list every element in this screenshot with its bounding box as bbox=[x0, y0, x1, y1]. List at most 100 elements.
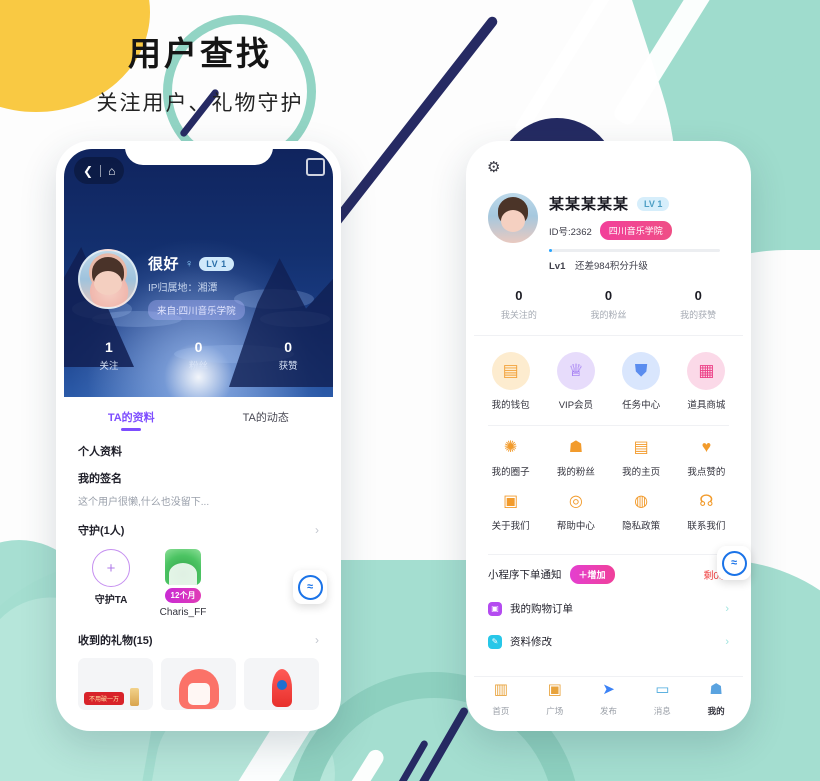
menu-item-homepage[interactable]: ▤ 我的主页 bbox=[609, 440, 674, 480]
floating-share-button-right[interactable]: ≈ bbox=[717, 546, 751, 580]
stat-value: 0 bbox=[694, 288, 702, 303]
bottom-tab-bar: ▥ 首页 ▣ 广场 ➤ 发布 ▭ 消息 ☗ 我的 bbox=[474, 676, 743, 723]
gift-card[interactable] bbox=[244, 658, 319, 710]
tab-label: 广场 bbox=[546, 705, 564, 716]
upgrade-text: 还差984积分升级 bbox=[575, 261, 648, 272]
menu-label: 我的圈子 bbox=[491, 467, 530, 478]
menu-label: 隐私政策 bbox=[622, 521, 661, 532]
school-tag: 来自:四川音乐学院 bbox=[148, 300, 245, 320]
stat-value: 0 bbox=[194, 339, 203, 355]
tab-plaza[interactable]: ▣ 广场 bbox=[528, 682, 582, 719]
page-subtitle: 关注用户、礼物守护 bbox=[96, 92, 304, 116]
right-id-row: ID号:2362 四川音乐学院 bbox=[549, 221, 729, 240]
plus-icon[interactable]: + bbox=[92, 549, 130, 587]
signature-text: 这个用户很懒,什么也没留下... bbox=[78, 497, 210, 508]
tab-profile[interactable]: TA的资料 bbox=[64, 409, 199, 425]
left-profile-header: ❮ ⌂ 很好 ♀ LV 1 IP归属地：湘潭 来自:四川音乐学院 1 关注 0 … bbox=[64, 149, 333, 397]
quick-action-label: VIP会员 bbox=[558, 400, 594, 411]
tab-label: 消息 bbox=[653, 705, 671, 716]
tab-profile[interactable]: ☗ 我的 bbox=[689, 682, 743, 719]
notice-left-group: 小程序下单通知 ＋增加 bbox=[488, 565, 615, 584]
right-name-row: 某某某某某 LV 1 bbox=[549, 193, 729, 214]
stat-value: 0 bbox=[604, 288, 613, 303]
menu-item-circle[interactable]: ✺ 我的圈子 bbox=[478, 440, 543, 480]
floating-share-button-left[interactable]: ≈ bbox=[293, 570, 327, 604]
stat-label: 关注 bbox=[99, 361, 119, 372]
page-icon: ▤ bbox=[633, 439, 649, 456]
quick-action-vip[interactable]: ♕ VIP会员 bbox=[543, 352, 608, 411]
chevron-right-icon[interactable]: › bbox=[725, 636, 729, 648]
home-icon: ▥ bbox=[493, 680, 508, 698]
shield-check-icon: ⛊ bbox=[622, 352, 661, 390]
tab-messages[interactable]: ▭ 消息 bbox=[635, 682, 689, 719]
stat-fans[interactable]: 0 粉丝 bbox=[154, 339, 244, 372]
gifts-title: 收到的礼物(15) bbox=[78, 635, 153, 647]
level-info: Lv1 还差984积分升级 bbox=[549, 258, 729, 272]
tab-moments[interactable]: TA的动态 bbox=[199, 409, 334, 425]
tab-publish[interactable]: ➤ 发布 bbox=[582, 682, 636, 719]
nav-capsule[interactable]: ❮ ⌂ bbox=[74, 157, 125, 184]
poster-canvas: 用户查找 关注用户、礼物守护 ❮ ⌂ 很好 ♀ LV 1 IP归属地：湘潭 来自… bbox=[0, 0, 820, 781]
menu-item-liked[interactable]: ♥ 我点赞的 bbox=[674, 440, 739, 480]
chevron-left-icon[interactable]: ❮ bbox=[83, 165, 93, 177]
gift-badge: 不用破一万 bbox=[84, 692, 125, 705]
section-signature-title: 我的签名 bbox=[78, 473, 122, 485]
menu-item-fans[interactable]: ☗ 我的粉丝 bbox=[543, 440, 608, 480]
chevron-right-icon[interactable]: › bbox=[725, 603, 729, 615]
menu-label: 联系我们 bbox=[687, 521, 726, 532]
gift-card[interactable] bbox=[161, 658, 236, 710]
hero-block: 用户查找 关注用户、礼物守护 bbox=[0, 35, 400, 117]
menu-item-help[interactable]: ◎ 帮助中心 bbox=[543, 494, 608, 534]
phone-mockup-right: ⚙ 某某某某某 LV 1 ID号:2362 四川音乐学院 Lv1 还差984积分… bbox=[466, 141, 751, 731]
gift-card[interactable]: 不用破一万 bbox=[78, 658, 153, 710]
chevron-right-icon[interactable]: › bbox=[315, 633, 319, 647]
stat-following[interactable]: 0 我关注的 bbox=[474, 288, 564, 321]
menu-item-contact[interactable]: ☊ 联系我们 bbox=[674, 494, 739, 534]
quick-action-shop[interactable]: ▦ 道具商城 bbox=[674, 352, 739, 411]
level-badge: LV 1 bbox=[637, 196, 670, 211]
guard-duration-badge: 12个月 bbox=[164, 588, 202, 603]
stat-label: 粉丝 bbox=[189, 361, 209, 372]
stat-follow[interactable]: 1 关注 bbox=[64, 339, 154, 372]
guard-add-item[interactable]: + 守护TA bbox=[84, 549, 138, 618]
right-stats-row: 0 我关注的 0 我的粉丝 0 我的获赞 bbox=[474, 288, 743, 336]
guard-user-item[interactable]: 12个月 Charis_FF bbox=[156, 549, 210, 618]
circle-group-icon: ✺ bbox=[503, 439, 518, 456]
gifts-header[interactable]: 收到的礼物(15) › bbox=[78, 632, 319, 648]
level-badge: LV 1 bbox=[199, 256, 234, 271]
stat-likes[interactable]: 0 获赞 bbox=[243, 339, 333, 372]
guard-add-label: 守护TA bbox=[94, 595, 128, 606]
gift-bag-icon bbox=[178, 669, 219, 709]
share-circle-icon: ≈ bbox=[297, 574, 323, 600]
quick-action-tasks[interactable]: ⛊ 任务中心 bbox=[609, 352, 674, 411]
add-button[interactable]: ＋增加 bbox=[569, 565, 615, 584]
screenshot-icon[interactable] bbox=[306, 158, 325, 176]
tab-label: 首页 bbox=[492, 705, 510, 716]
guard-list: + 守护TA 12个月 Charis_FF bbox=[78, 549, 319, 618]
avatar[interactable] bbox=[488, 193, 538, 243]
chevron-right-icon[interactable]: › bbox=[315, 523, 319, 537]
gear-icon[interactable]: ⚙ bbox=[487, 158, 500, 176]
home-icon[interactable]: ⌂ bbox=[108, 165, 115, 177]
avatar[interactable] bbox=[78, 249, 138, 309]
quick-action-wallet[interactable]: ▤ 我的钱包 bbox=[478, 352, 543, 411]
tab-label: 发布 bbox=[599, 705, 617, 716]
list-row-edit-profile[interactable]: ✎ 资料修改 › bbox=[474, 625, 743, 658]
stat-label: 获赞 bbox=[278, 361, 298, 372]
left-screen: ❮ ⌂ 很好 ♀ LV 1 IP归属地：湘潭 来自:四川音乐学院 1 关注 0 … bbox=[64, 149, 333, 723]
tab-home[interactable]: ▥ 首页 bbox=[474, 682, 528, 719]
stat-fans[interactable]: 0 我的粉丝 bbox=[564, 288, 654, 321]
menu-item-about[interactable]: ▣ 关于我们 bbox=[478, 494, 543, 534]
right-user-info: 某某某某某 LV 1 ID号:2362 四川音乐学院 Lv1 还差984积分升级 bbox=[549, 193, 743, 272]
section-profile-title: 个人资料 bbox=[78, 446, 122, 458]
menu-item-privacy[interactable]: ◍ 隐私政策 bbox=[609, 494, 674, 534]
female-icon: ♀ bbox=[185, 257, 194, 270]
menu-label: 帮助中心 bbox=[556, 521, 595, 532]
guard-header[interactable]: 守护(1人) › bbox=[78, 522, 319, 538]
left-stats-row: 1 关注 0 粉丝 0 获赞 bbox=[64, 339, 333, 372]
guard-user-label: Charis_FF bbox=[159, 607, 207, 618]
menu-label: 我点赞的 bbox=[687, 467, 726, 478]
list-row-orders[interactable]: ▣ 我的购物订单 › bbox=[474, 592, 743, 625]
gift-list: 不用破一万 bbox=[78, 658, 319, 710]
stat-likes[interactable]: 0 我的获赞 bbox=[653, 288, 743, 321]
